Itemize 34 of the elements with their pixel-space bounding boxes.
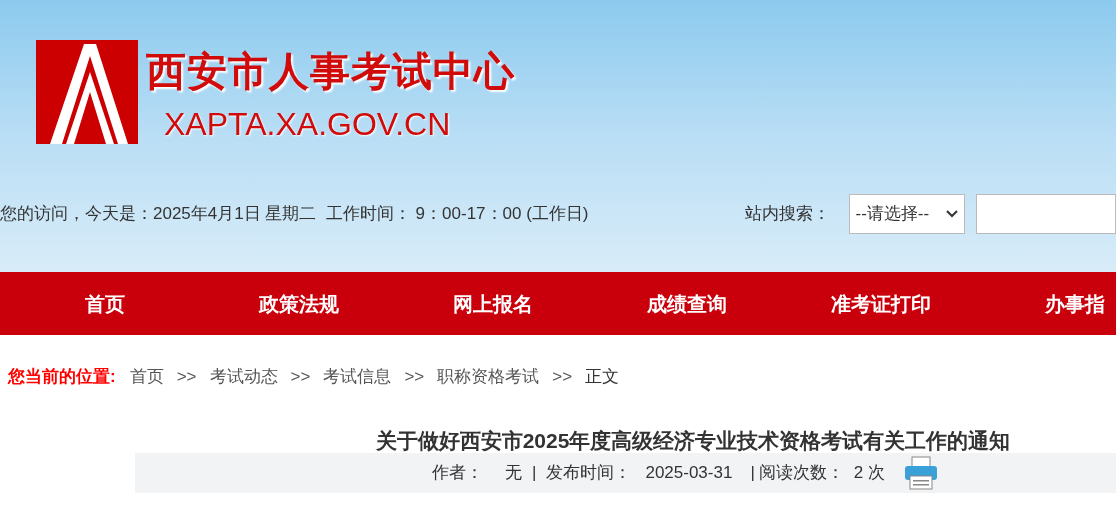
breadcrumb-separator: >> <box>552 366 573 389</box>
nav-item[interactable]: 政策法规 <box>202 272 396 335</box>
date-label: 发布时间： <box>546 462 632 485</box>
nav-item[interactable]: 首页 <box>8 272 202 335</box>
divider-mark: | <box>750 462 755 485</box>
site-title: 西安市人事考试中心 <box>146 48 515 95</box>
breadcrumb-separator: >> <box>290 366 311 389</box>
chevron-down-icon <box>946 210 958 218</box>
breadcrumb-link[interactable]: 考试信息 <box>323 364 392 390</box>
search-field[interactable] <box>976 194 1116 234</box>
breadcrumb-separator: >> <box>404 366 425 389</box>
breadcrumb-link[interactable]: 职称资格考试 <box>437 364 540 390</box>
date-value: 2025-03-31 <box>645 462 733 485</box>
article-title: 关于做好西安市2025年度高级经济专业技术资格考试有关工作的通知 <box>375 428 1011 453</box>
nav-item[interactable]: 网上报名 <box>396 272 590 335</box>
search-select[interactable]: --请选择-- <box>848 194 965 234</box>
divider-mark: | <box>532 462 537 485</box>
visit-info: 您的访问，今天是：2025年4月1日 星期二 工作时间： 9：00-17：00 (工作日) <box>0 203 590 226</box>
nav-item[interactable]: 办事指 <box>978 272 1116 335</box>
nav-item[interactable]: 成绩查询 <box>590 272 784 335</box>
reads-value: 2 次 <box>853 462 885 485</box>
printer-icon[interactable] <box>903 455 939 491</box>
breadcrumb-link[interactable]: 考试动态 <box>209 364 278 390</box>
logo-icon <box>36 40 138 144</box>
search-label: 站内搜索： <box>745 203 832 226</box>
breadcrumb-label: 您当前的位置: <box>8 366 116 389</box>
reads-label: 阅读次数： <box>758 462 844 485</box>
nav-item[interactable]: 准考证打印 <box>784 272 978 335</box>
author-label: 作者： <box>432 462 483 485</box>
author-value: 无 <box>505 462 522 485</box>
breadcrumb-link[interactable]: 正文 <box>585 364 620 390</box>
breadcrumb-separator: >> <box>176 366 197 389</box>
site-domain: XAPTA.XA.GOV.CN <box>163 105 452 144</box>
breadcrumb-link[interactable]: 首页 <box>129 364 164 390</box>
